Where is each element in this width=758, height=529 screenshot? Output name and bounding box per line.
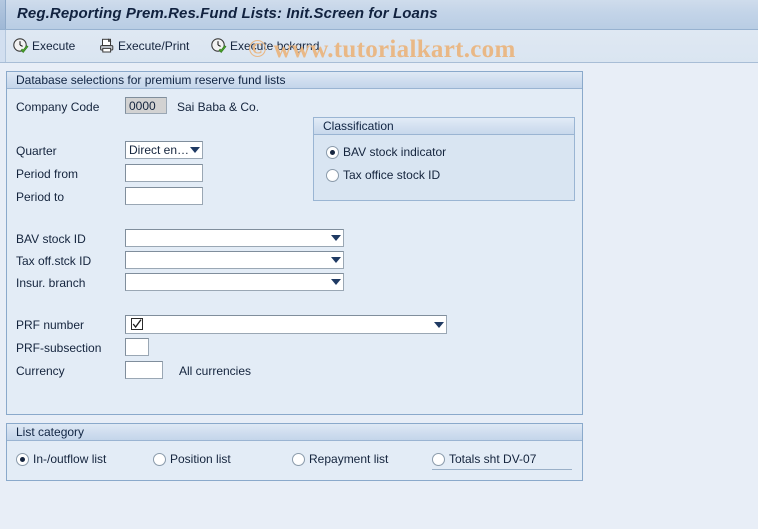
prf-number-dropdown[interactable]: [125, 315, 447, 334]
checked-checkbox-icon: [131, 318, 143, 330]
list-category-option-label: Repayment list: [309, 452, 389, 466]
tax-office-stock-id-dropdown[interactable]: [125, 251, 344, 269]
bav-stock-id-label: BAV stock ID: [16, 232, 86, 246]
classification-option-tax-office-stock-id[interactable]: Tax office stock ID: [326, 168, 440, 182]
list-category-option-label: Totals sht DV-07: [449, 452, 537, 466]
chevron-down-icon[interactable]: [329, 279, 343, 285]
execute-background-clock-check-icon: [210, 37, 228, 55]
list-category-option-in-outflow-list[interactable]: In-/outflow list: [16, 452, 106, 466]
chevron-down-icon[interactable]: [432, 321, 446, 328]
focus-indicator-underline: [432, 469, 572, 470]
list-category-panel: List category In-/outflow list Position …: [6, 423, 583, 481]
radio-button-icon[interactable]: [432, 452, 445, 466]
prf-subsection-label: PRF-subsection: [16, 341, 102, 355]
bav-stock-id-dropdown[interactable]: [125, 229, 344, 247]
radio-button-icon[interactable]: [326, 168, 339, 182]
classification-option-bav-stock-indicator[interactable]: BAV stock indicator: [326, 145, 446, 159]
execute-button[interactable]: Execute: [10, 35, 77, 57]
execute-background-button-label: Execute bckgrnd: [230, 39, 320, 53]
radio-button-icon[interactable]: [153, 452, 166, 466]
period-from-input[interactable]: [125, 164, 203, 182]
application-toolbar: Execute Execute/Print Execute bckgrnd: [0, 30, 758, 63]
quarter-label: Quarter: [16, 144, 57, 158]
classification-option-label: BAV stock indicator: [343, 145, 447, 159]
execute-button-label: Execute: [32, 39, 76, 53]
radio-button-icon[interactable]: [326, 145, 339, 159]
execute-clock-check-icon: [12, 37, 30, 55]
classification-title: Classification: [314, 118, 574, 135]
toolbar-left-edge: [0, 30, 6, 62]
radio-button-icon[interactable]: [292, 452, 305, 466]
currency-input[interactable]: [125, 361, 163, 379]
page-title: Reg.Reporting Prem.Res.Fund Lists: Init.…: [17, 5, 438, 22]
database-selections-title: Database selections for premium reserve …: [7, 72, 582, 89]
insurance-branch-dropdown[interactable]: [125, 273, 344, 291]
quarter-dropdown[interactable]: Direct en…: [125, 141, 203, 159]
title-bar-left-edge: [0, 0, 6, 29]
currency-note: All currencies: [179, 364, 252, 378]
database-selections-panel: Database selections for premium reserve …: [6, 71, 583, 415]
company-code-description: Sai Baba & Co.: [177, 100, 260, 114]
period-to-label: Period to: [16, 190, 65, 204]
window-title-bar: Reg.Reporting Prem.Res.Fund Lists: Init.…: [0, 0, 758, 30]
execute-print-button[interactable]: Execute/Print: [96, 35, 191, 57]
classification-panel: Classification BAV stock indicator Tax o…: [313, 117, 575, 201]
list-category-option-label: In-/outflow list: [33, 452, 107, 466]
execute-background-button[interactable]: Execute bckgrnd: [208, 35, 321, 57]
prf-subsection-input[interactable]: [125, 338, 149, 356]
prf-number-label: PRF number: [16, 318, 85, 332]
list-category-title: List category: [7, 424, 582, 441]
tax-office-stock-id-label: Tax off.stck ID: [16, 254, 92, 268]
company-code-input[interactable]: [125, 97, 167, 114]
company-code-label: Company Code: [16, 100, 100, 114]
chevron-down-icon[interactable]: [188, 147, 202, 153]
period-from-label: Period from: [16, 167, 79, 181]
quarter-value: Direct en…: [129, 143, 188, 157]
currency-label: Currency: [16, 364, 65, 378]
list-category-option-position-list[interactable]: Position list: [153, 452, 231, 466]
list-category-option-label: Position list: [170, 452, 231, 466]
period-to-input[interactable]: [125, 187, 203, 205]
insurance-branch-label: Insur. branch: [16, 276, 86, 290]
radio-button-icon[interactable]: [16, 452, 29, 466]
classification-option-label: Tax office stock ID: [343, 168, 441, 182]
list-category-option-repayment-list[interactable]: Repayment list: [292, 452, 388, 466]
chevron-down-icon[interactable]: [329, 235, 343, 241]
printer-icon: [98, 37, 116, 55]
chevron-down-icon[interactable]: [329, 257, 343, 263]
list-category-option-totals-sheet-dv07[interactable]: Totals sht DV-07: [432, 452, 536, 466]
execute-print-button-label: Execute/Print: [118, 39, 190, 53]
